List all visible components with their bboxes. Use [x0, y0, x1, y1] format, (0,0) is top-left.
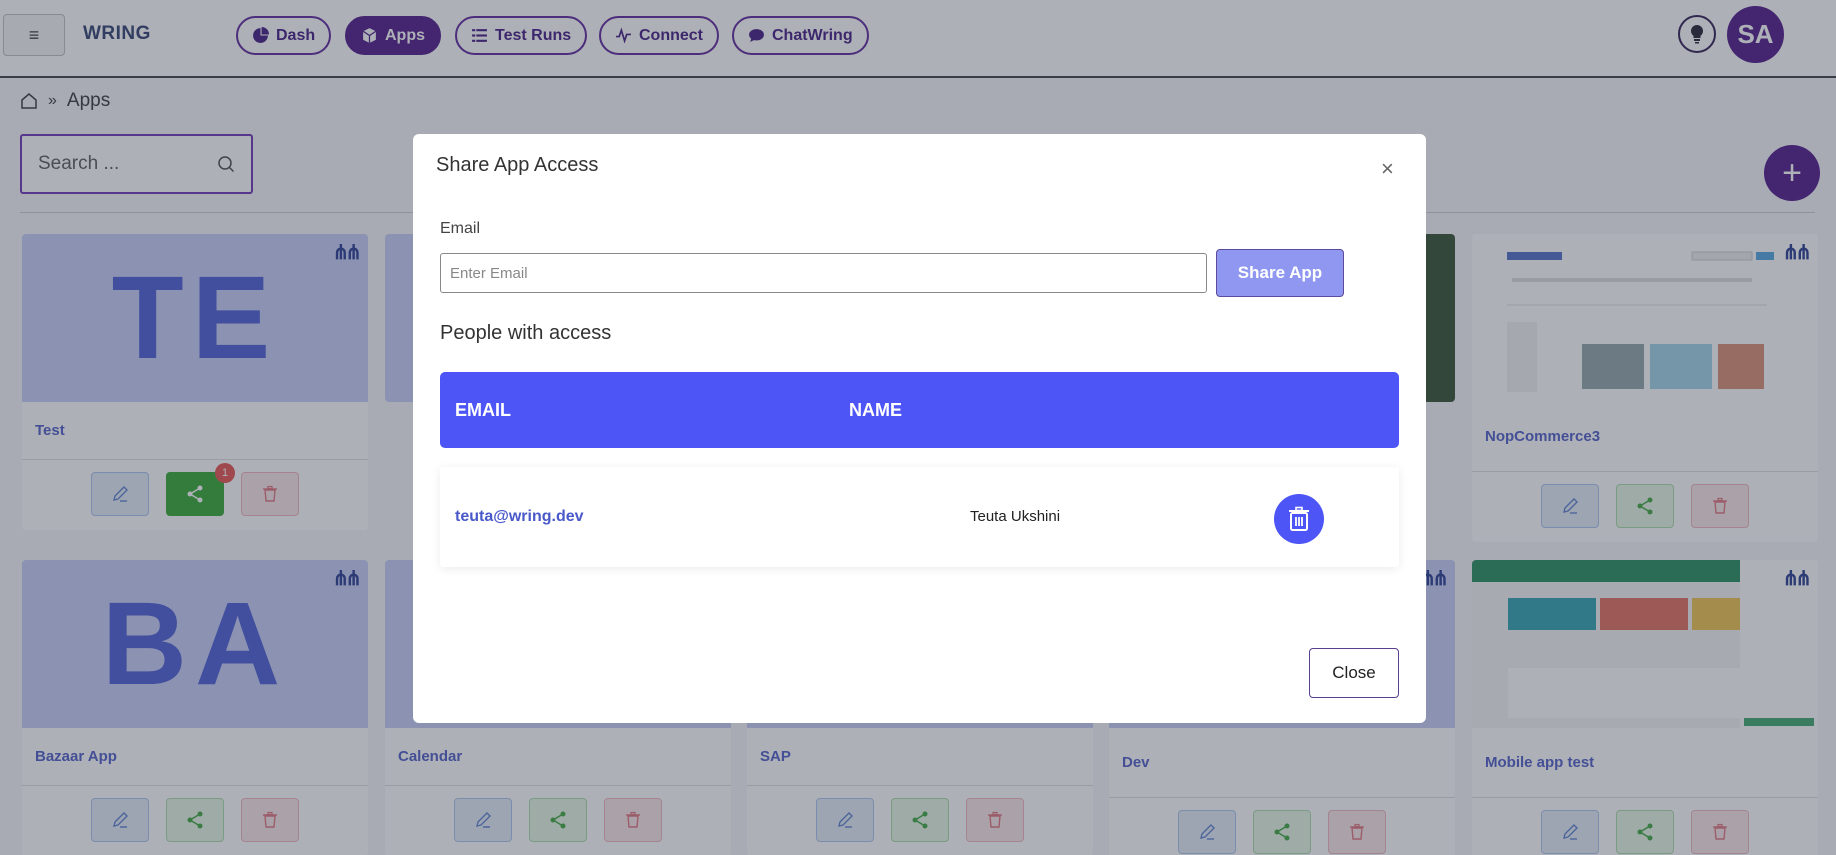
- email-label: Email: [440, 220, 481, 237]
- row-name: Teuta Ukshini: [970, 508, 1061, 525]
- email-field[interactable]: Enter Email: [440, 253, 1207, 293]
- trash-icon: [1289, 506, 1309, 531]
- table-row: teuta@wring.dev Teuta Ukshini: [440, 467, 1399, 567]
- dialog-title: Share App Access: [436, 154, 599, 176]
- share-app-access-dialog: Share App Access × Email Enter Email Sha…: [413, 134, 1426, 723]
- close-icon[interactable]: ×: [1381, 158, 1394, 180]
- row-email[interactable]: teuta@wring.dev: [455, 508, 584, 526]
- people-with-access-heading: People with access: [440, 322, 612, 344]
- email-placeholder: Enter Email: [450, 264, 528, 282]
- column-header-name: NAME: [849, 400, 902, 420]
- remove-access-button[interactable]: [1274, 494, 1324, 544]
- column-header-email: EMAIL: [455, 400, 511, 420]
- access-table-header: EMAIL NAME: [440, 372, 1399, 448]
- share-app-button[interactable]: Share App: [1216, 249, 1344, 297]
- close-button[interactable]: Close: [1309, 648, 1399, 698]
